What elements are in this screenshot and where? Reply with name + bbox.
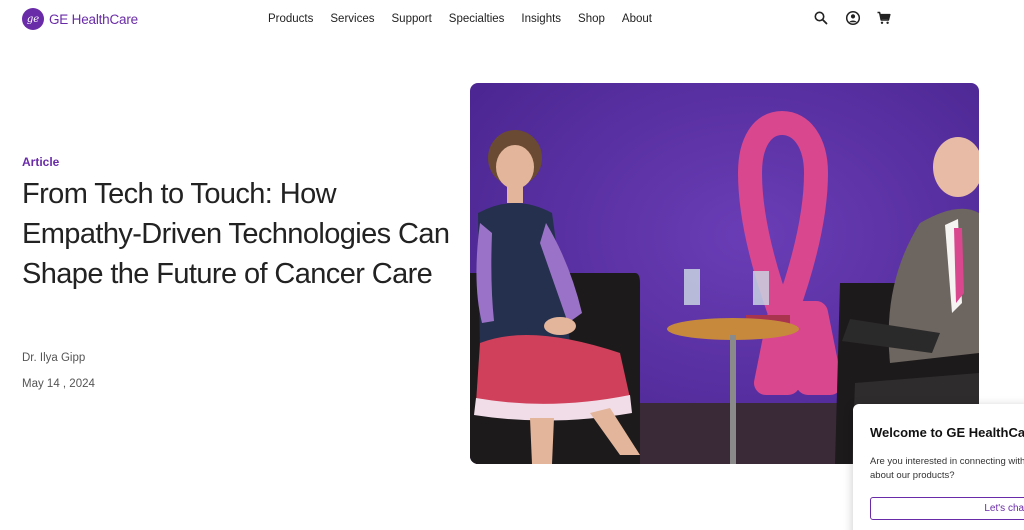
nav-about[interactable]: About bbox=[622, 13, 652, 25]
article-author: Dr. Ilya Gipp bbox=[22, 352, 86, 364]
nav-shop[interactable]: Shop bbox=[578, 13, 605, 25]
account-icon[interactable] bbox=[845, 10, 861, 26]
chat-title: Welcome to GE HealthCare bbox=[870, 425, 1024, 440]
article-category: Article bbox=[22, 155, 60, 169]
brand-name: GE HealthCare bbox=[49, 11, 138, 27]
lets-chat-button[interactable]: Let's chat! bbox=[870, 497, 1024, 520]
nav-products[interactable]: Products bbox=[268, 13, 313, 25]
chat-widget: Welcome to GE HealthCare Are you interes… bbox=[853, 404, 1024, 530]
nav-specialties[interactable]: Specialties bbox=[449, 13, 505, 25]
cart-icon[interactable] bbox=[876, 10, 892, 26]
site-header: ge GE HealthCare Products Services Suppo… bbox=[0, 0, 1024, 40]
article-date: May 14 , 2024 bbox=[22, 378, 95, 390]
article-title: From Tech to Touch: How Empathy-Driven T… bbox=[22, 178, 450, 290]
brand-logo[interactable]: ge GE HealthCare bbox=[22, 8, 138, 30]
nav-services[interactable]: Services bbox=[330, 13, 374, 25]
chat-message: Are you interested in connecting with us… bbox=[870, 456, 1024, 481]
main-nav: Products Services Support Specialties In… bbox=[268, 13, 652, 25]
nav-support[interactable]: Support bbox=[392, 13, 432, 25]
ge-monogram-icon: ge bbox=[22, 8, 44, 30]
search-icon[interactable] bbox=[813, 10, 829, 26]
nav-insights[interactable]: Insights bbox=[521, 13, 561, 25]
